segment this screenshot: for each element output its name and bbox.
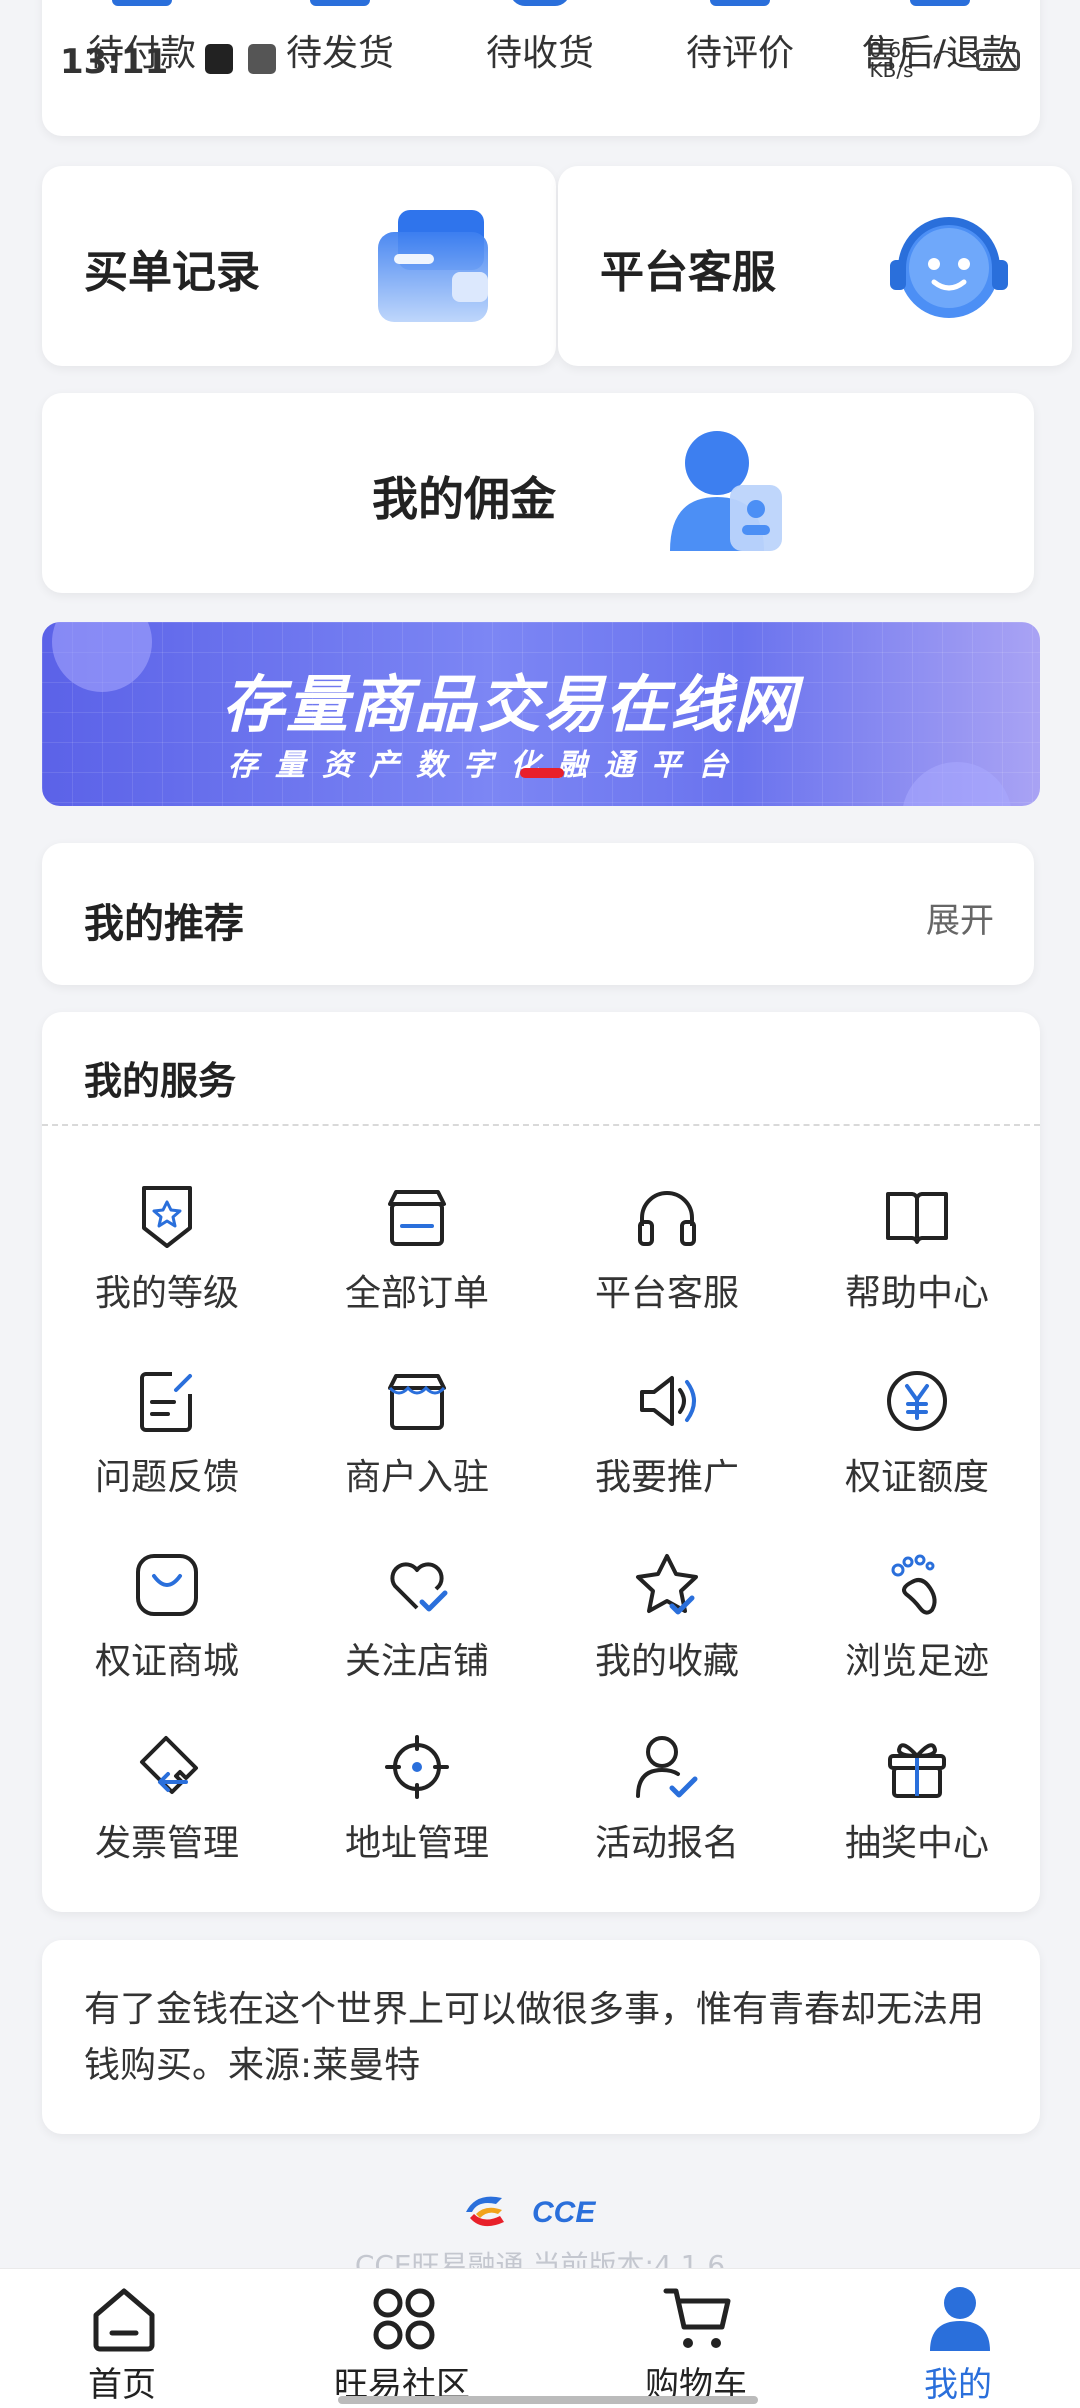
home-indicator[interactable] bbox=[338, 2396, 758, 2404]
service-label: 权证额度 bbox=[844, 1457, 989, 1498]
store-icon bbox=[388, 1190, 446, 1246]
service-label: 权证商城 bbox=[94, 1641, 239, 1682]
service-label: 我要推广 bbox=[594, 1457, 739, 1498]
yen-icon bbox=[887, 1371, 947, 1431]
my-commission-card[interactable]: 我的佣金 bbox=[42, 393, 1034, 593]
order-label: 售后/退款 bbox=[861, 33, 1019, 74]
service-browsing-history[interactable]: 浏览足迹 bbox=[792, 1550, 1042, 1710]
cce-logo: CCE bbox=[466, 2196, 596, 2229]
service-favorites[interactable]: 我的收藏 bbox=[542, 1550, 792, 1710]
banner-title: 存量商品交易在线网 bbox=[222, 668, 799, 741]
services-title: 我的服务 bbox=[84, 1059, 237, 1103]
wallet-icon bbox=[378, 210, 488, 322]
service-feedback[interactable]: 问题反馈 bbox=[42, 1366, 292, 1526]
platform-service-card[interactable]: 平台客服 bbox=[558, 166, 1072, 366]
svg-text:CCE: CCE bbox=[532, 2196, 596, 2229]
service-label: 我的收藏 bbox=[594, 1641, 739, 1682]
refund-icon bbox=[910, 0, 970, 6]
banner-indicator bbox=[520, 768, 564, 778]
user-check-icon bbox=[636, 1736, 698, 1798]
service-label: 全部订单 bbox=[344, 1273, 489, 1314]
order-status-card: 待付款 待发货 待收货 待评价 售后/退款 bbox=[42, 0, 1040, 136]
nav-label: 我的 bbox=[924, 2365, 992, 2405]
feedback-icon bbox=[140, 1372, 192, 1432]
service-help-center[interactable]: 帮助中心 bbox=[792, 1182, 1042, 1342]
service-warrant-mall[interactable]: 权证商城 bbox=[42, 1550, 292, 1710]
purchase-records-title: 买单记录 bbox=[84, 247, 260, 298]
home-icon bbox=[93, 2288, 155, 2352]
profile-icon bbox=[930, 2287, 990, 2351]
order-pending-payment[interactable]: 待付款 bbox=[42, 0, 242, 136]
promo-banner[interactable]: 存量商品交易在线网 存量资产数字化融通平台 bbox=[42, 622, 1040, 806]
bottom-navigation: 首页 旺易社区 购物车 我的 bbox=[0, 2268, 1080, 2408]
nav-community[interactable]: 旺易社区 bbox=[302, 2269, 502, 2408]
quote-text: 有了金钱在这个世界上可以做很多事，惟有青春却无法用钱购买。来源:莱曼特 bbox=[84, 1989, 985, 2086]
nav-profile[interactable]: 我的 bbox=[858, 2269, 1058, 2408]
service-label: 关注店铺 bbox=[344, 1641, 489, 1682]
platform-service-title: 平台客服 bbox=[600, 247, 776, 298]
service-event-signup[interactable]: 活动报名 bbox=[542, 1732, 792, 1892]
service-invoice-management[interactable]: 发票管理 bbox=[42, 1732, 292, 1892]
service-label: 活动报名 bbox=[594, 1823, 739, 1864]
wallet-icon bbox=[112, 0, 172, 6]
nav-label: 首页 bbox=[88, 2365, 156, 2405]
cart-icon bbox=[663, 2288, 731, 2348]
service-lottery-center[interactable]: 抽奖中心 bbox=[792, 1732, 1042, 1892]
order-pending-shipment[interactable]: 待发货 bbox=[240, 0, 440, 136]
service-address-management[interactable]: 地址管理 bbox=[292, 1732, 542, 1892]
comment-icon bbox=[710, 0, 770, 6]
service-label: 问题反馈 bbox=[94, 1457, 239, 1498]
footprint-icon bbox=[891, 1554, 937, 1615]
level-badge-icon bbox=[142, 1186, 192, 1248]
services-divider bbox=[42, 1124, 1040, 1126]
quote-card: 有了金钱在这个世界上可以做很多事，惟有青春却无法用钱购买。来源:莱曼特 bbox=[42, 1940, 1040, 2134]
order-label: 待付款 bbox=[87, 33, 196, 74]
recommend-expand-button[interactable]: 展开 bbox=[926, 893, 994, 942]
service-label: 帮助中心 bbox=[844, 1273, 989, 1314]
service-label: 抽奖中心 bbox=[844, 1823, 989, 1864]
gift-icon bbox=[888, 1743, 946, 1798]
invoice-icon bbox=[140, 1736, 198, 1794]
speaker-icon bbox=[640, 1376, 696, 1426]
nav-home[interactable]: 首页 bbox=[22, 2269, 222, 2408]
community-icon bbox=[373, 2288, 435, 2350]
service-warrant-quota[interactable]: 权证额度 bbox=[792, 1366, 1042, 1526]
order-pending-receipt[interactable]: 待收货 bbox=[440, 0, 640, 136]
order-pending-review[interactable]: 待评价 bbox=[640, 0, 840, 136]
star-check-icon bbox=[636, 1554, 698, 1615]
service-label: 地址管理 bbox=[344, 1823, 489, 1864]
headset-icon bbox=[638, 1191, 696, 1246]
service-label: 商户入驻 bbox=[344, 1457, 489, 1498]
service-promote[interactable]: 我要推广 bbox=[542, 1366, 792, 1526]
book-icon bbox=[886, 1192, 948, 1244]
service-my-level[interactable]: 我的等级 bbox=[42, 1182, 292, 1342]
merchant-icon bbox=[388, 1374, 446, 1430]
order-label: 待收货 bbox=[485, 33, 594, 74]
service-all-orders[interactable]: 全部订单 bbox=[292, 1182, 542, 1342]
banner-subtitle: 存量资产数字化融通平台 bbox=[228, 748, 745, 783]
service-label: 发票管理 bbox=[94, 1823, 239, 1864]
order-refund[interactable]: 售后/退款 bbox=[840, 0, 1040, 136]
user-card-icon bbox=[670, 431, 782, 551]
order-label: 待评价 bbox=[685, 33, 794, 74]
service-label: 平台客服 bbox=[594, 1273, 739, 1314]
order-label: 待发货 bbox=[285, 33, 394, 74]
service-platform-support[interactable]: 平台客服 bbox=[542, 1182, 792, 1342]
service-followed-shops[interactable]: 关注店铺 bbox=[292, 1550, 542, 1710]
service-label: 我的等级 bbox=[94, 1273, 239, 1314]
purchase-records-card[interactable]: 买单记录 bbox=[42, 166, 556, 366]
my-services-card: 我的服务 我的等级 全部订单 平台客服 帮助中心 问题反馈 商户入驻 我要推广 … bbox=[42, 1012, 1040, 1912]
my-commission-title: 我的佣金 bbox=[372, 472, 556, 526]
nav-cart[interactable]: 购物车 bbox=[596, 2269, 796, 2408]
my-recommend-card: 我的推荐 展开 bbox=[42, 843, 1034, 985]
box-icon bbox=[310, 0, 370, 6]
recommend-title: 我的推荐 bbox=[84, 901, 244, 947]
service-robot-icon bbox=[890, 217, 1008, 318]
service-merchant-join[interactable]: 商户入驻 bbox=[292, 1366, 542, 1526]
truck-icon bbox=[510, 0, 570, 6]
service-label: 浏览足迹 bbox=[844, 1641, 989, 1682]
location-icon bbox=[385, 1735, 449, 1799]
bag-icon bbox=[136, 1554, 198, 1616]
heart-check-icon bbox=[390, 1562, 448, 1612]
